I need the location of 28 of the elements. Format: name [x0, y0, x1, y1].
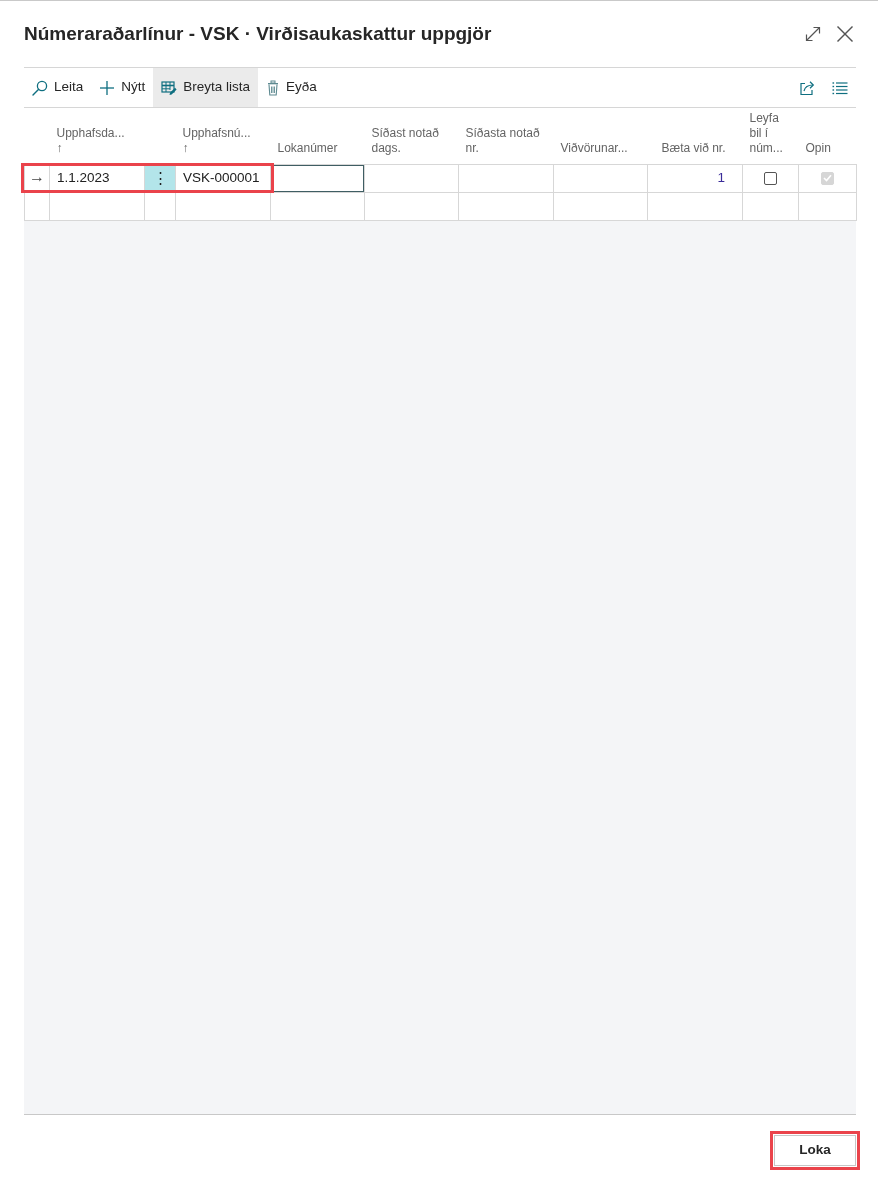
- checkbox[interactable]: [764, 171, 777, 185]
- sort-indicator: ↑: [56, 140, 64, 156]
- delete-button[interactable]: Eyða: [258, 68, 325, 107]
- column-header[interactable]: Upphafsnú...: [182, 125, 265, 141]
- expand-icon: [804, 25, 822, 43]
- column-header[interactable]: Síðasta notað nr.: [465, 125, 548, 156]
- table-edit-icon: [161, 79, 178, 96]
- column-header[interactable]: Upphafsda...: [56, 125, 139, 141]
- new-button[interactable]: Nýtt: [91, 68, 154, 107]
- close-dialog-button[interactable]: Loka: [774, 1135, 856, 1166]
- row-marker: →: [29, 167, 45, 185]
- plus-icon: [99, 79, 116, 96]
- column-header[interactable]: Opin: [805, 140, 851, 156]
- dialog-title: Númeraraðarlínur - VSK · Virðisaukaskattur uppgjör: [24, 22, 493, 46]
- search-icon: [32, 79, 48, 96]
- share-icon: [799, 79, 816, 96]
- search-button[interactable]: Leita: [24, 68, 92, 107]
- trash-icon: [266, 79, 281, 96]
- close-icon: [836, 25, 854, 43]
- column-header[interactable]: Bæta við nr.: [654, 140, 726, 156]
- table-cell: 1: [647, 164, 743, 192]
- sort-indicator: ↑: [182, 140, 190, 156]
- column-header[interactable]: Leyfa bil í núm...: [749, 110, 793, 156]
- edit-list-button[interactable]: Breyta lista: [153, 68, 259, 107]
- list-icon: [832, 79, 848, 96]
- column-header[interactable]: Síðast notað dags.: [371, 125, 453, 156]
- column-header[interactable]: Viðvörunar...: [560, 140, 642, 156]
- column-header[interactable]: Lokanúmer: [277, 140, 359, 156]
